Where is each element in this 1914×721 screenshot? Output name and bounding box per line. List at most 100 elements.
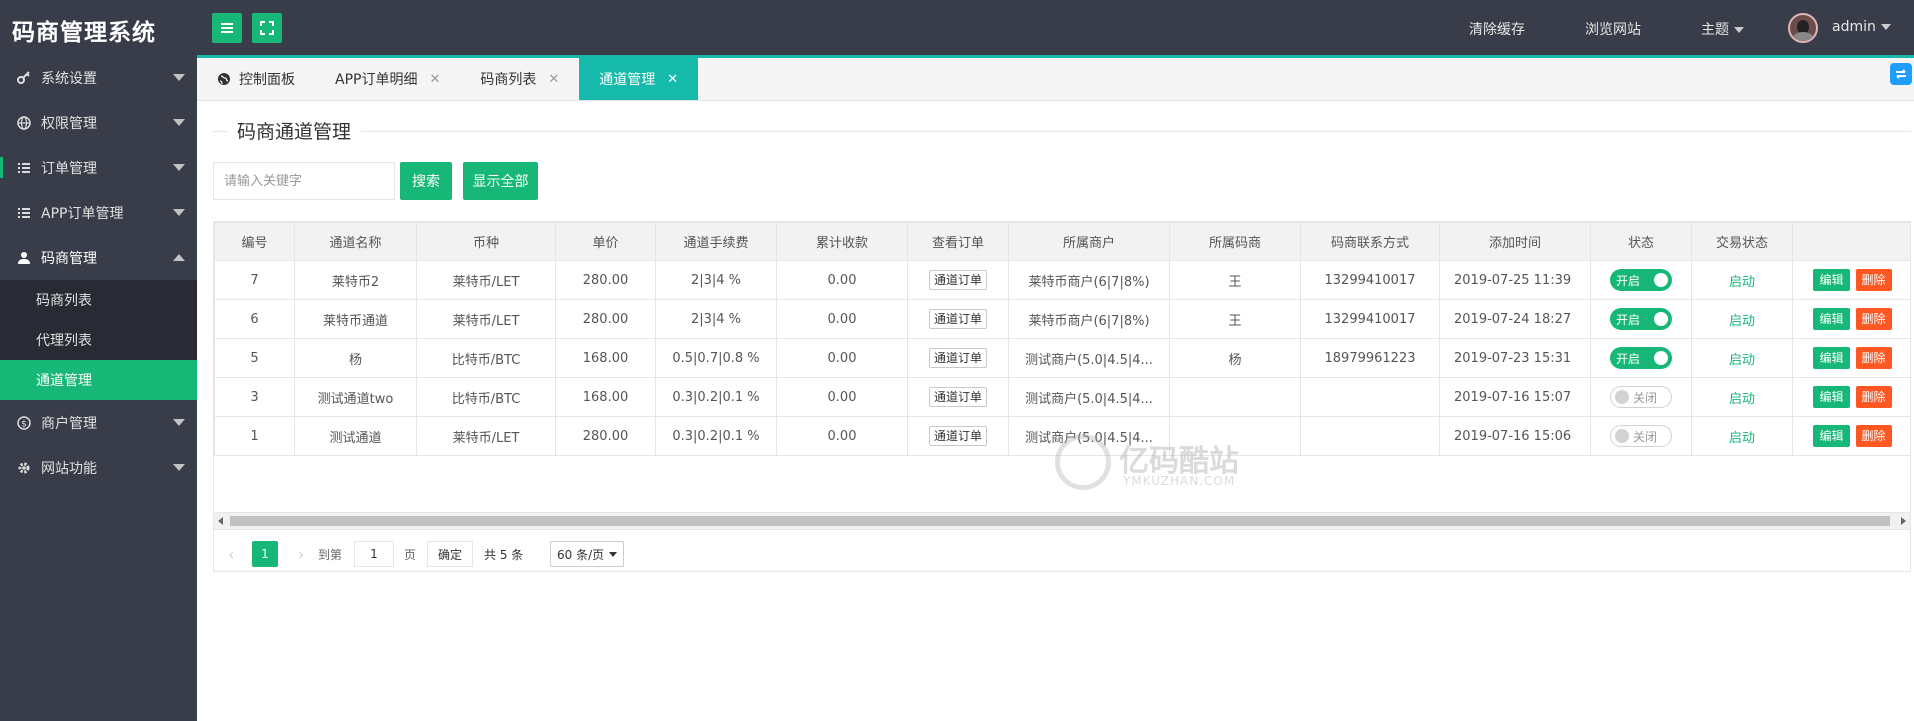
dollar-circle-icon: $	[16, 415, 32, 431]
search-button[interactable]: 搜索	[400, 162, 452, 200]
cell-merchant: 测试商户(5.0|4.5|4...	[1008, 338, 1170, 378]
sidebar-subitem-agent-list[interactable]: 代理列表	[0, 320, 197, 360]
tab-merchant-list[interactable]: 码商列表 ✕	[460, 58, 579, 100]
delete-button[interactable]: 删除	[1855, 347, 1892, 369]
channel-orders-button[interactable]: 通道订单	[928, 426, 987, 446]
table-row: 7 莱特币2 莱特币/LET 280.00 2|3|4 % 0.00 通道订单 莱特币商户(6…	[214, 260, 1910, 300]
cell-trade-status: 启动	[1691, 299, 1793, 339]
table-header-row: 编号 通道名称 币种 单价 通道手续费 累计收款 查看订单 所属商户 所属码商 …	[214, 222, 1910, 261]
page-confirm-button[interactable]: 确定	[427, 541, 473, 567]
scroll-right-icon[interactable]	[1901, 517, 1906, 525]
caret-down-icon	[173, 119, 185, 126]
status-toggle[interactable]: 开启	[1610, 347, 1672, 369]
edit-button[interactable]: 编辑	[1813, 308, 1850, 330]
edit-button[interactable]: 编辑	[1813, 347, 1850, 369]
col-header: 单价	[555, 222, 656, 261]
cell-contact	[1300, 416, 1440, 456]
close-icon[interactable]: ✕	[429, 72, 440, 87]
user-icon	[16, 250, 32, 266]
sidebar-item-permissions[interactable]: 权限管理	[0, 100, 197, 145]
cell-agent: 杨	[1169, 338, 1301, 378]
scroll-left-icon[interactable]	[218, 517, 223, 525]
sidebar-item-app-orders[interactable]: APP订单管理	[0, 190, 197, 235]
caret-down-icon	[173, 209, 185, 216]
show-all-button[interactable]: 显示全部	[463, 162, 538, 200]
cell-name: 莱特币2	[294, 260, 417, 300]
cell-actions: 编辑 删除	[1792, 338, 1910, 378]
page-size-value: 60 条/页	[557, 547, 605, 562]
sidebar-item-merchants[interactable]: $ 商户管理	[0, 400, 197, 445]
chevron-down-icon	[609, 552, 617, 557]
edit-button[interactable]: 编辑	[1813, 386, 1850, 408]
delete-button[interactable]: 删除	[1855, 425, 1892, 447]
status-toggle[interactable]: 开启	[1610, 308, 1672, 330]
channel-orders-button[interactable]: 通道订单	[928, 387, 987, 407]
status-toggle-label: 关闭	[1633, 390, 1658, 405]
cell-contact: 18979961223	[1300, 338, 1440, 378]
tab-channel-management[interactable]: 通道管理 ✕	[579, 58, 699, 100]
sidebar-item-orders[interactable]: 订单管理	[0, 145, 197, 190]
user-dropdown[interactable]: admin	[1832, 19, 1891, 35]
cell-name: 杨	[294, 338, 417, 378]
sidebar-subitem-merchant-list[interactable]: 码商列表	[0, 280, 197, 320]
cell-trade-status: 启动	[1691, 416, 1793, 456]
watermark-subtext: YMKUZHAN.COM	[1123, 474, 1236, 488]
cell-time: 2019-07-16 15:06	[1439, 416, 1591, 456]
col-header: 通道名称	[294, 222, 417, 261]
goto-label: 到第	[318, 547, 343, 562]
cell-id: 6	[214, 299, 295, 339]
theme-dropdown[interactable]: 主题	[1701, 19, 1744, 39]
tab-dashboard[interactable]: 控制面板	[197, 58, 315, 100]
table-row: 3 测试通道two 比特币/BTC 168.00 0.3|0.2|0.1 % 0.00 通道…	[214, 377, 1910, 417]
list-menu-icon	[221, 23, 233, 33]
watermark-logo-icon	[1055, 434, 1111, 490]
sidebar-item-code-merchant[interactable]: 码商管理	[0, 235, 197, 280]
avatar[interactable]	[1788, 13, 1818, 43]
clear-cache-link[interactable]: 清除缓存	[1469, 19, 1525, 39]
scrollbar-thumb[interactable]	[230, 516, 1890, 526]
next-page-icon[interactable]: ›	[298, 541, 304, 567]
menu-toggle-button[interactable]	[212, 13, 242, 43]
prev-page-icon[interactable]: ‹	[228, 541, 234, 567]
sidebar-item-site-functions[interactable]: 网站功能	[0, 445, 197, 490]
fullscreen-button[interactable]	[252, 13, 282, 43]
watermark: 亿码酷站 YMKUZHAN.COM	[1055, 434, 1265, 494]
sidebar-subitem-channel-management[interactable]: 通道管理	[0, 360, 197, 400]
cell-contact: 13299410017	[1300, 260, 1440, 300]
sidebar-item-system-settings[interactable]: 系统设置	[0, 55, 197, 100]
delete-button[interactable]: 删除	[1855, 386, 1892, 408]
channel-orders-button[interactable]: 通道订单	[928, 270, 987, 290]
page-current[interactable]: 1	[252, 541, 278, 567]
refresh-icon[interactable]	[1890, 63, 1912, 85]
cell-status: 开启	[1590, 260, 1692, 300]
edit-button[interactable]: 编辑	[1813, 269, 1850, 291]
close-icon[interactable]: ✕	[667, 72, 678, 87]
edit-button[interactable]: 编辑	[1813, 425, 1850, 447]
cell-total: 0.00	[776, 299, 908, 339]
search-input[interactable]	[213, 162, 395, 200]
page-number-input[interactable]: 1	[354, 541, 394, 567]
tab-label: 码商列表	[480, 72, 537, 88]
globe-icon	[217, 72, 231, 86]
channel-orders-button[interactable]: 通道订单	[928, 309, 987, 329]
close-icon[interactable]: ✕	[548, 72, 559, 87]
browse-site-link[interactable]: 浏览网站	[1585, 19, 1641, 39]
channel-orders-button[interactable]: 通道订单	[928, 348, 987, 368]
status-toggle[interactable]: 开启	[1610, 269, 1672, 291]
tab-app-order-detail[interactable]: APP订单明细 ✕	[315, 58, 460, 100]
trade-status-text: 启动	[1728, 313, 1755, 329]
status-toggle[interactable]: 关闭	[1610, 386, 1672, 408]
page-size-select[interactable]: 60 条/页	[550, 541, 624, 567]
main-content: 码商通道管理 搜索 显示全部 编号 通道名称 币种 单价 通道手续费 累计收款 …	[197, 101, 1914, 721]
cell-merchant: 莱特币商户(6|7|8%)	[1008, 260, 1170, 300]
caret-down-icon	[173, 74, 185, 81]
delete-button[interactable]: 删除	[1855, 269, 1892, 291]
delete-button[interactable]: 删除	[1855, 308, 1892, 330]
key-icon	[16, 70, 32, 86]
sidebar-item-label: 码商管理	[41, 250, 97, 267]
cell-contact: 13299410017	[1300, 299, 1440, 339]
status-toggle[interactable]: 关闭	[1610, 425, 1672, 447]
horizontal-scrollbar[interactable]	[213, 513, 1911, 530]
cell-agent	[1169, 377, 1301, 417]
total-count: 共 5 条	[484, 547, 524, 562]
